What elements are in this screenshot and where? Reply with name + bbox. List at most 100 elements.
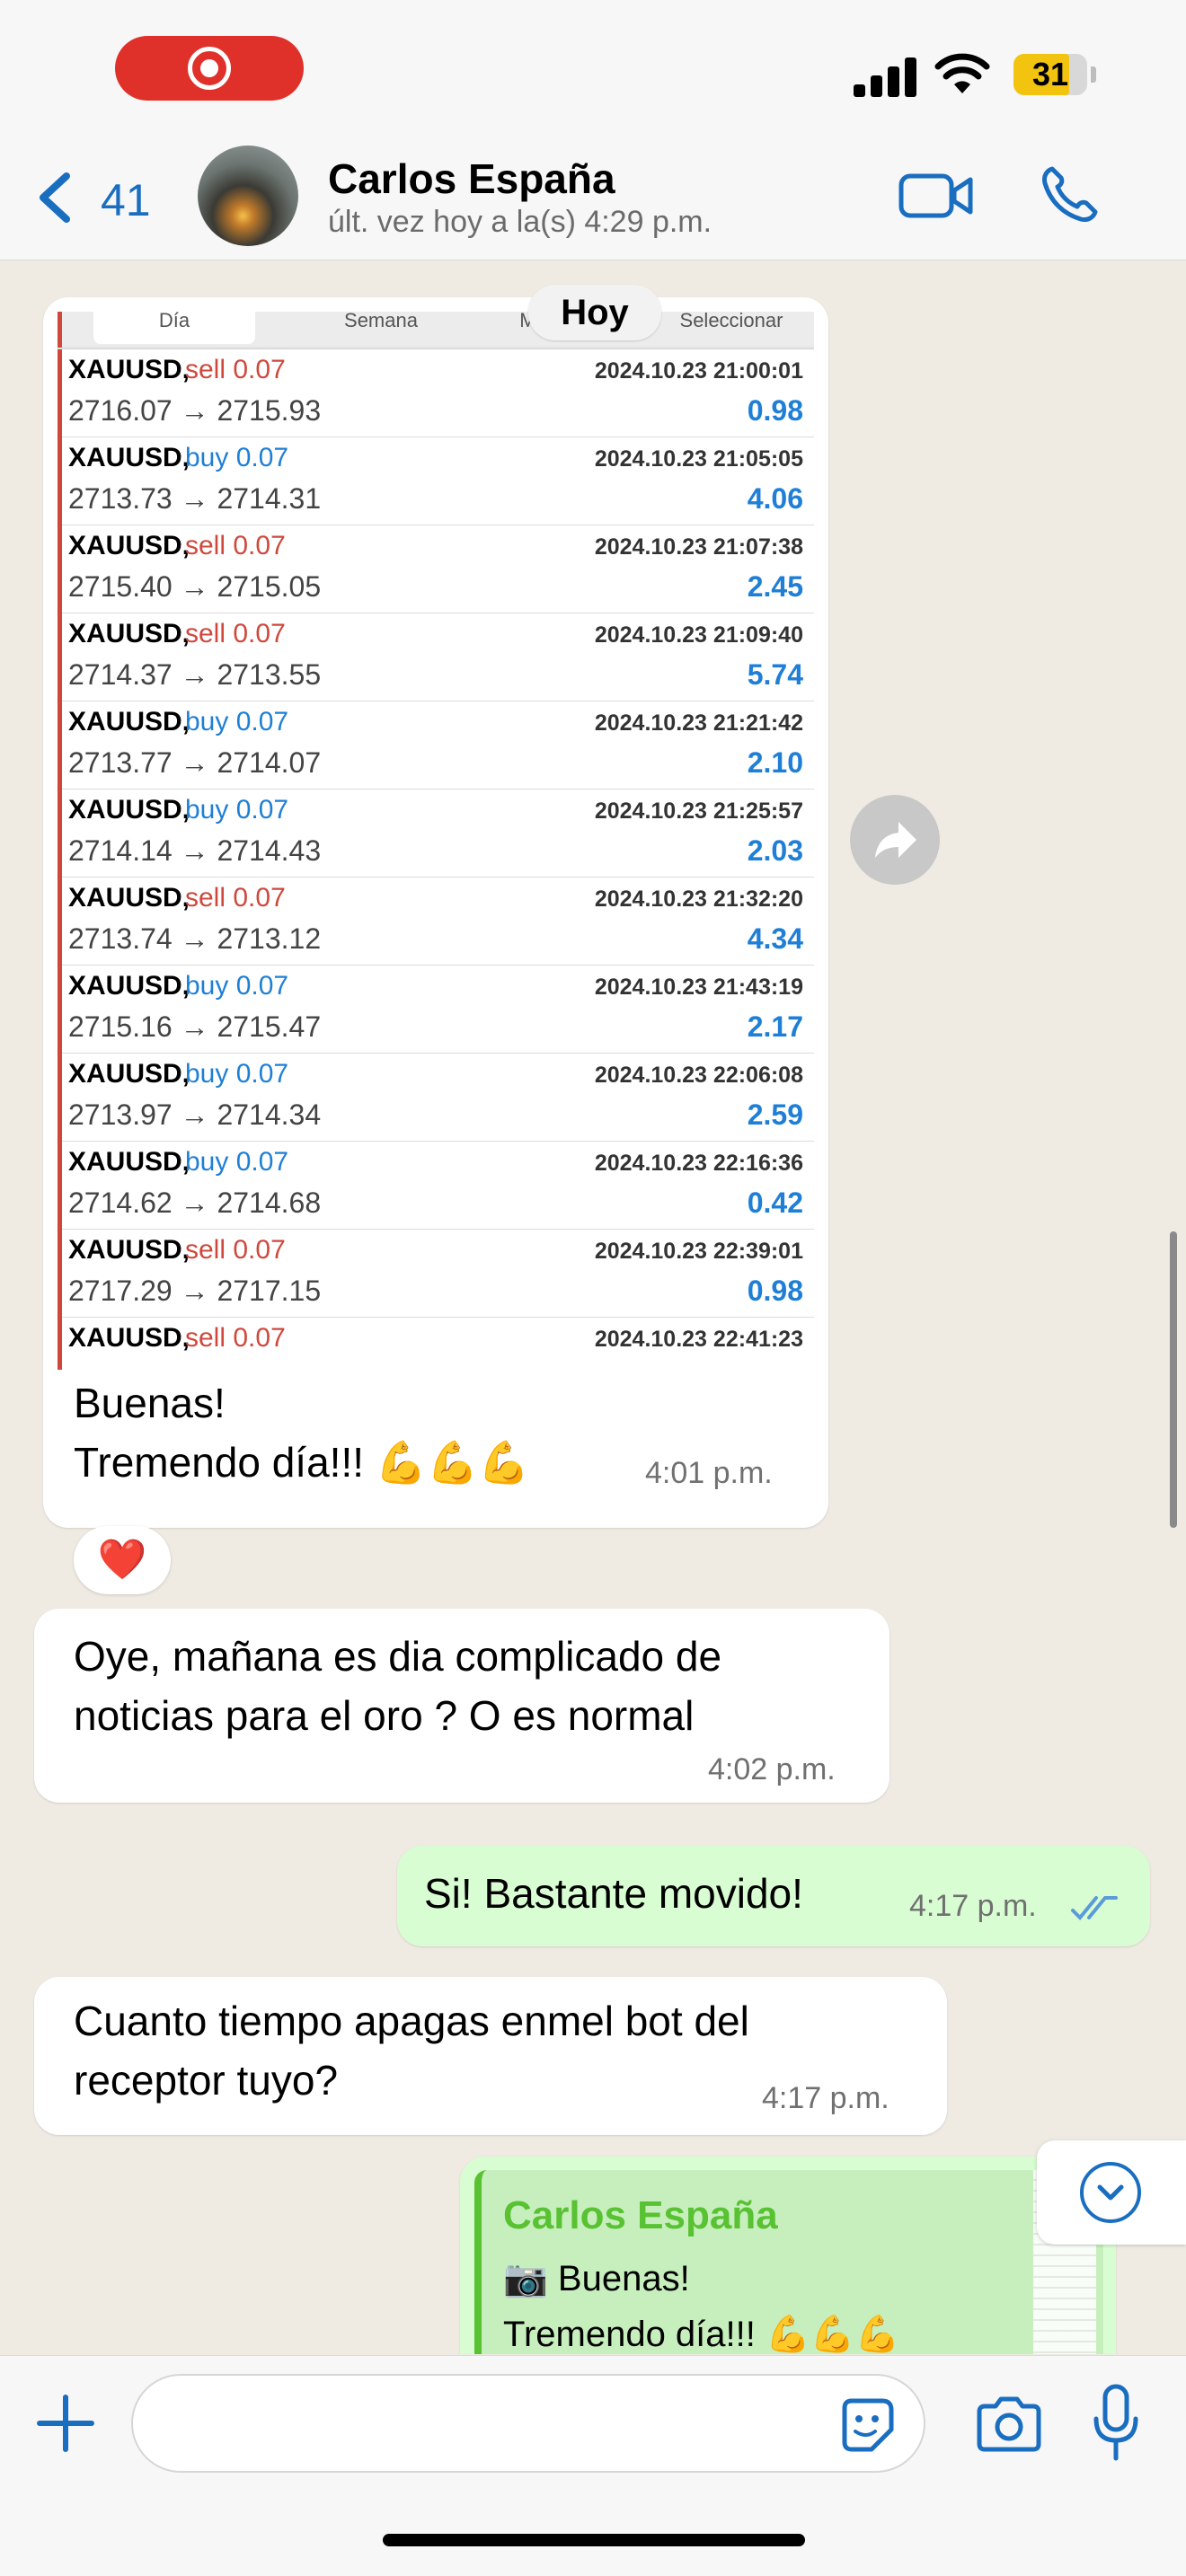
trade-datetime: 2024.10.23 21:05:05: [594, 446, 803, 472]
incoming-message-bubble[interactable]: Oye, mañana es dia complicado de noticia…: [34, 1609, 890, 1803]
forward-button[interactable]: [850, 795, 940, 885]
trade-datetime: 2024.10.23 22:39:01: [594, 1239, 803, 1264]
trade-side: buy 0.07: [185, 443, 289, 472]
incoming-message-bubble[interactable]: Cuanto tiempo apagas enmel bot del recep…: [34, 1977, 947, 2135]
trade-side: buy 0.07: [185, 1147, 289, 1177]
trade-side: buy 0.07: [185, 795, 289, 825]
trade-history-screenshot[interactable]: Día Semana Mes Seleccionar XAUUSD,sell 0…: [58, 312, 814, 1370]
microphone-icon[interactable]: [1089, 2383, 1143, 2464]
sticker-icon[interactable]: [836, 2394, 898, 2457]
cellular-signal-icon: [854, 56, 918, 97]
wifi-icon: [934, 53, 990, 93]
status-bar: 31: [0, 0, 1186, 135]
message-text-line: Si! Bastante movido!: [424, 1870, 803, 1917]
trade-profit: 2.10: [747, 746, 803, 779]
message-text-line: Oye, mañana es dia complicado de: [74, 1633, 722, 1680]
trade-profit: 4.34: [747, 922, 803, 955]
outgoing-message-bubble[interactable]: Si! Bastante movido! 4:17 p.m.: [397, 1846, 1150, 1946]
image-message-bubble[interactable]: Día Semana Mes Seleccionar XAUUSD,sell 0…: [43, 297, 828, 1528]
trade-symbol: XAUUSD,: [68, 1323, 190, 1353]
message-text-line: Buenas!: [74, 1380, 226, 1426]
trade-symbol: XAUUSD,: [68, 531, 190, 560]
message-list[interactable]: Día Semana Mes Seleccionar XAUUSD,sell 0…: [0, 261, 1186, 2354]
battery-level: 31: [1031, 56, 1069, 93]
quoted-author: Carlos España: [503, 2193, 778, 2237]
back-button[interactable]: 41: [32, 167, 185, 230]
message-composer: [0, 2355, 1186, 2576]
scroll-to-bottom-button[interactable]: [1037, 2140, 1186, 2245]
trade-prices: 2714.62 → 2714.68: [68, 1187, 322, 1219]
trade-datetime: 2024.10.23 21:09:40: [594, 622, 803, 648]
trade-side: sell 0.07: [185, 355, 286, 384]
message-text-line: Cuanto tiempo apagas enmel bot del: [74, 1998, 749, 2044]
trade-side: sell 0.07: [185, 619, 286, 648]
trade-symbol: XAUUSD,: [68, 1235, 190, 1265]
trade-row-partial: [58, 312, 814, 348]
trade-row: XAUUSD, sell 0.07 2024.10.23 22:39:01 2717.…: [58, 1230, 814, 1318]
contact-name[interactable]: Carlos España: [328, 154, 615, 203]
trade-symbol: XAUUSD,: [68, 883, 190, 913]
trade-datetime: 2024.10.23 21:21:42: [594, 710, 803, 736]
trade-side: buy 0.07: [185, 971, 289, 1001]
trade-symbol: XAUUSD,: [68, 971, 190, 1001]
trade-prices: 2713.77 → 2714.07: [68, 746, 322, 779]
trade-datetime: 2024.10.23 22:06:08: [594, 1063, 803, 1088]
trade-prices: 2714.14 → 2714.43: [68, 834, 322, 867]
trade-prices: 2715.40 → 2715.05: [68, 570, 322, 603]
trade-row: XAUUSD, buy 0.07 2024.10.23 21:43:19 2715.1…: [58, 966, 814, 1054]
trade-datetime: 2024.10.23 21:25:57: [594, 798, 803, 824]
trade-prices: 2714.37 → 2713.55: [68, 658, 322, 691]
contact-avatar[interactable]: [198, 146, 298, 246]
attach-plus-icon[interactable]: [34, 2392, 97, 2455]
quoted-message[interactable]: Carlos España 📷 Buenas! Tremendo día!!! …: [474, 2170, 1103, 2354]
trade-row: XAUUSD, sell 0.07 2024.10.23 21:32:20 2713.…: [58, 878, 814, 966]
quoted-text: 📷 Buenas! Tremendo día!!! 💪💪💪: [503, 2259, 900, 2354]
message-time: 4:17 p.m.: [762, 2081, 890, 2115]
trade-datetime: 2024.10.23 21:07:38: [594, 534, 803, 560]
trade-prices: 2713.73 → 2714.31: [68, 482, 322, 515]
trade-symbol: XAUUSD,: [68, 707, 190, 737]
trade-profit: 2.03: [747, 834, 803, 867]
trade-datetime: 2024.10.23 21:43:19: [594, 975, 803, 1000]
trade-datetime: 2024.10.23 21:32:20: [594, 887, 803, 912]
message-input[interactable]: [131, 2374, 925, 2473]
trade-datetime: 2024.10.23 22:41:23: [594, 1327, 803, 1352]
trade-side: buy 0.07: [185, 1059, 289, 1089]
trade-symbol: XAUUSD,: [68, 619, 190, 648]
trade-symbol: XAUUSD,: [68, 795, 190, 825]
unread-count: 41: [101, 175, 151, 225]
reaction-badge[interactable]: ❤️: [74, 1526, 171, 1594]
message-time: 4:01 p.m.: [645, 1456, 773, 1490]
trade-symbol: XAUUSD,: [68, 443, 190, 472]
trade-side: sell 0.07: [185, 531, 286, 560]
trade-prices: 2713.74 → 2713.12: [68, 922, 322, 955]
scrollbar[interactable]: [1170, 1231, 1177, 1528]
trade-row: XAUUSD, buy 0.07 2024.10.23 21:05:05 2713.7…: [58, 437, 814, 525]
trade-row: XAUUSD, sell 0.07 2024.10.23 21:07:38 2715.…: [58, 525, 814, 613]
trade-prices: 2717.29 → 2717.15: [68, 1275, 322, 1307]
trade-profit: 0.98: [747, 394, 803, 427]
forward-icon: [875, 822, 916, 858]
camera-icon[interactable]: [974, 2395, 1044, 2453]
trade-profit: 0.42: [747, 1187, 803, 1219]
battery-icon: 31: [1013, 54, 1087, 95]
trade-datetime: 2024.10.23 22:16:36: [594, 1151, 803, 1176]
trade-row: XAUUSD, sell 0.07 2024.10.23 21:09:40 2714.…: [58, 613, 814, 701]
trade-profit: 0.98: [747, 1275, 803, 1307]
trade-row: XAUUSD, buy 0.07 2024.10.23 22:06:08 2713.9…: [58, 1054, 814, 1142]
double-check-read-icon: [1071, 1896, 1118, 1920]
screen-recording-indicator[interactable]: [115, 36, 304, 101]
trade-prices: 2715.16 → 2715.47: [68, 1010, 322, 1043]
trade-datetime: 2024.10.23 21:00:01: [594, 358, 803, 384]
trade-profit: 2.59: [747, 1098, 803, 1131]
trade-prices: 2713.97 → 2714.34: [68, 1098, 322, 1131]
phone-call-icon[interactable]: [1038, 163, 1101, 226]
trade-side: sell 0.07: [185, 883, 286, 913]
video-call-icon[interactable]: [898, 169, 974, 223]
trade-symbol: XAUUSD,: [68, 1059, 190, 1089]
trade-profit: 5.74: [747, 658, 803, 691]
message-text-line: receptor tuyo?: [74, 2057, 339, 2104]
message-text-line: noticias para el oro ? O es normal: [74, 1692, 695, 1739]
last-seen-status: últ. vez hoy a la(s) 4:29 p.m.: [328, 205, 712, 239]
chevron-down-icon: [1080, 2162, 1141, 2223]
